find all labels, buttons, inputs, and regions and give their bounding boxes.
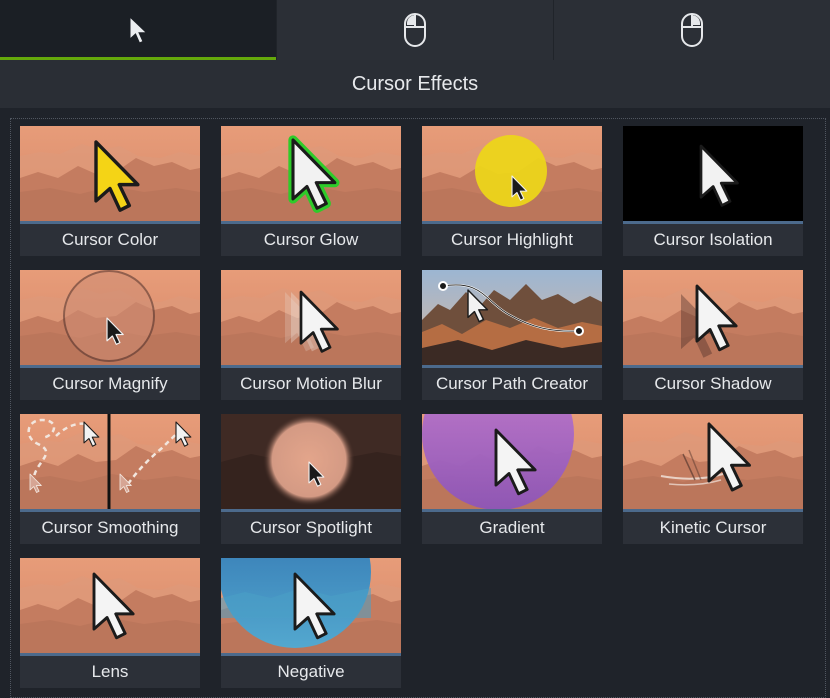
- effect-thumbnail: [221, 414, 401, 510]
- tab-left-click-effects[interactable]: [277, 0, 554, 60]
- effect-label: Cursor Shadow: [654, 374, 772, 393]
- effect-thumbnail: [20, 126, 200, 222]
- effect-thumbnail: [623, 270, 803, 366]
- tab-right-click-effects[interactable]: [554, 0, 830, 60]
- effect-label: Cursor Smoothing: [41, 518, 179, 537]
- effect-label: Cursor Magnify: [52, 374, 168, 393]
- effect-tile-magnify[interactable]: Cursor Magnify: [20, 270, 200, 400]
- effect-tile-smoothing[interactable]: Cursor Smoothing: [20, 414, 200, 544]
- effect-thumbnail: [20, 558, 200, 654]
- panel-title: Cursor Effects: [351, 72, 479, 95]
- mouse-right-click-icon: [680, 12, 704, 48]
- effect-label: Cursor Highlight: [451, 230, 573, 249]
- mouse-left-click-icon: [403, 12, 427, 48]
- effect-tile-isolation[interactable]: Cursor Isolation: [623, 126, 803, 256]
- cursor-arrow-icon: [127, 15, 149, 45]
- effect-thumbnail: [20, 270, 200, 366]
- effect-thumbnail: [422, 414, 602, 510]
- effect-thumbnail: [221, 126, 401, 222]
- panel-header: Cursor Effects: [0, 60, 830, 108]
- effect-thumbnail: [422, 126, 602, 222]
- effect-tile-motionblur[interactable]: Cursor Motion Blur: [221, 270, 401, 400]
- effect-tile-glow[interactable]: Cursor Glow: [221, 126, 401, 256]
- effect-label: Cursor Spotlight: [250, 518, 372, 537]
- effect-thumbnail: [221, 270, 401, 366]
- effect-thumbnail: [623, 126, 803, 222]
- effect-tile-spotlight[interactable]: Cursor Spotlight: [221, 414, 401, 544]
- effect-tile-shadow[interactable]: Cursor Shadow: [623, 270, 803, 400]
- effect-tile-negative[interactable]: Negative: [221, 558, 401, 688]
- effect-thumbnail: [422, 270, 602, 366]
- effect-tile-path[interactable]: Cursor Path Creator: [422, 270, 602, 400]
- tab-cursor-effects[interactable]: [0, 0, 277, 60]
- effect-label: Lens: [91, 662, 129, 681]
- effect-label: Negative: [277, 662, 345, 681]
- effect-label: Kinetic Cursor: [659, 518, 767, 537]
- effects-grid: Cursor Color Cursor Glow Cursor Highligh…: [10, 118, 826, 698]
- effect-label: Cursor Color: [61, 230, 159, 249]
- effect-label: Cursor Glow: [263, 230, 359, 249]
- effect-label: Cursor Path Creator: [435, 374, 589, 393]
- effect-label: Cursor Motion Blur: [240, 374, 382, 393]
- effect-label: Gradient: [479, 518, 545, 537]
- effect-thumbnail: [20, 414, 200, 510]
- effect-tile-kinetic[interactable]: Kinetic Cursor: [623, 414, 803, 544]
- effect-tile-highlight[interactable]: Cursor Highlight: [422, 126, 602, 256]
- effect-tile-lens[interactable]: Lens: [20, 558, 200, 688]
- effect-tile-gradient[interactable]: Gradient: [422, 414, 602, 544]
- effect-label: Cursor Isolation: [653, 230, 773, 249]
- effect-tile-color[interactable]: Cursor Color: [20, 126, 200, 256]
- effect-thumbnail: [623, 414, 803, 510]
- cursor-effect-tabs: [0, 0, 830, 60]
- effect-thumbnail: [221, 558, 401, 654]
